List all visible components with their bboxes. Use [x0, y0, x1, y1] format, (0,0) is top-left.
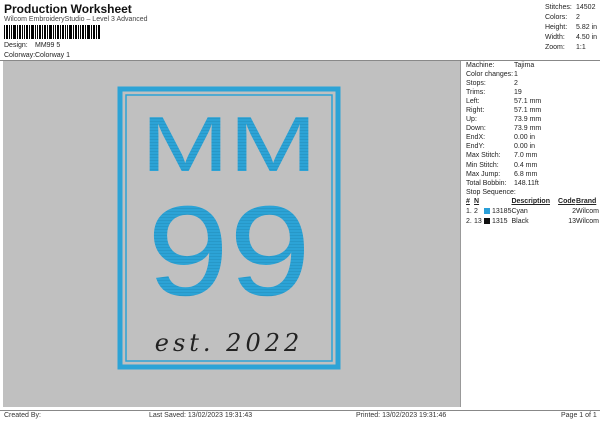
info-row: Machine: Tajima [466, 61, 600, 70]
info-label: Left: [466, 98, 480, 106]
stop-brand: Wilcom [576, 218, 599, 226]
info-row: Down: 73.9 mm [466, 124, 600, 133]
stop-brand: Wilcom [576, 208, 599, 216]
info-value: 1 [514, 71, 518, 79]
height-label: Height: [545, 24, 568, 31]
stop-description: Cyan [511, 208, 528, 216]
machine-info-panel: Machine: Tajima Color changes: 1 Stops: 2 Trim… [466, 61, 600, 227]
info-row: Min Stitch: 0.4 mm [466, 161, 600, 170]
stitches-value: 14502 [576, 4, 596, 11]
footer-last-saved: Last Saved: 13/02/2023 19:31:43 [149, 412, 253, 419]
info-value: 57.1 mm [514, 98, 542, 106]
info-value: 148.11ft [514, 179, 539, 187]
design-value: MM99 5 [35, 42, 61, 49]
thread-id: 13185 [492, 208, 512, 216]
color-swatch [484, 218, 490, 225]
zoom-value: 1:1 [576, 44, 586, 51]
info-value: Tajima [514, 62, 535, 69]
color-swatch [484, 208, 490, 215]
info-row: Max Jump: 6.8 mm [466, 170, 600, 179]
height-value: 5.82 in [576, 24, 598, 31]
info-row: EndY: 0.00 in [466, 142, 600, 151]
info-label: EndY: [466, 143, 485, 151]
info-value: 0.00 in [514, 134, 536, 142]
footer-printed: Printed: 13/02/2023 19:31:46 [356, 412, 447, 419]
page-title: Production Worksheet [4, 2, 132, 16]
info-value: 73.9 mm [514, 116, 542, 124]
stop-row: 1. 2 13185 Cyan 2 Wilcom [466, 207, 599, 217]
footer-created-by: Created By: [4, 412, 41, 419]
info-label: Machine: [466, 62, 495, 69]
stop-row: 2. 13 1315 Black 13 Wilcom [466, 217, 599, 227]
embroidery-artwork: MM 99 est. 2022 [117, 86, 341, 370]
stop-swatch-cell: 1315 [484, 217, 511, 227]
stop-num: 1. [466, 208, 472, 216]
thread-id: 1315 [492, 218, 508, 226]
stop-swatch-cell: 13185 [484, 207, 511, 217]
artwork-line-1: MM [141, 100, 317, 188]
stop-sequence-title: Stop Sequence: [466, 188, 516, 196]
info-value: 0.4 mm [514, 161, 538, 169]
info-label: Total Bobbin: [466, 179, 507, 187]
artwork-line-2: 99 [147, 180, 311, 323]
col-n: N [474, 198, 480, 206]
info-label: Trims: [466, 89, 486, 97]
info-row: Stops: 2 [466, 79, 600, 88]
info-label: Right: [466, 107, 485, 115]
footer-divider [0, 410, 600, 411]
colors-value: 2 [576, 14, 580, 21]
info-row: EndX: 0.00 in [466, 133, 600, 142]
stop-needle: 13 [474, 218, 482, 226]
col-swatch [484, 197, 511, 207]
info-label: EndX: [466, 134, 486, 142]
width-value: 4.50 in [576, 34, 598, 41]
design-label: Design: [4, 42, 28, 49]
info-value: 19 [514, 89, 522, 97]
info-row: Max Stitch: 7.0 mm [466, 151, 600, 160]
info-row: Trims: 19 [466, 88, 600, 97]
info-value: 6.8 mm [514, 170, 538, 178]
info-label: Stops: [466, 80, 486, 88]
stop-code: 2 [572, 208, 577, 216]
stop-description: Black [511, 218, 529, 226]
info-row: Right: 57.1 mm [466, 106, 600, 115]
colors-label: Colors: [545, 14, 568, 21]
info-row: Left: 57.1 mm [466, 97, 600, 106]
stop-num: 2. [466, 218, 472, 226]
info-label: Up: [466, 116, 477, 124]
barcode-image [4, 25, 100, 39]
info-label: Color changes: [466, 71, 514, 79]
design-preview: MM 99 est. 2022 [3, 61, 461, 407]
col-brand: Brand [576, 198, 597, 206]
col-description: Description [511, 198, 550, 206]
artwork-script: est. 2022 [155, 329, 304, 357]
info-label: Down: [466, 125, 486, 133]
info-value: 7.0 mm [514, 152, 538, 160]
width-label: Width: [545, 34, 565, 41]
stop-needle: 2 [474, 208, 478, 216]
info-row: Total Bobbin: 148.11ft [466, 179, 600, 188]
info-value: 57.1 mm [514, 107, 542, 115]
info-row: Up: 73.9 mm [466, 115, 600, 124]
info-value: 0.00 in [514, 143, 536, 151]
info-row: Color changes: 1 [466, 70, 600, 79]
info-label: Min Stitch: [466, 161, 499, 169]
info-value: 73.9 mm [514, 125, 542, 133]
col-code: Code [558, 198, 576, 206]
page-subtitle: Wilcom EmbroideryStudio – Level 3 Advanc… [4, 16, 148, 23]
stop-sequence-table: # N Description Code Brand 1. 2 13185 Cyan 2… [466, 197, 599, 227]
info-label: Max Jump: [466, 170, 501, 178]
stitches-label: Stitches: [545, 4, 572, 11]
col-num: # [466, 198, 470, 206]
stop-code: 13 [568, 218, 577, 226]
info-label: Max Stitch: [466, 152, 501, 160]
info-value: 2 [514, 80, 518, 88]
summary-panel: Stitches: 14502 Colors: 2 Height: 5.82 in W… [545, 3, 597, 53]
design-meta: Design: MM99 5 Colorway: Colorway 1 [4, 41, 70, 61]
zoom-label: Zoom: [545, 44, 565, 51]
footer-page: Page 1 of 1 [561, 412, 597, 419]
